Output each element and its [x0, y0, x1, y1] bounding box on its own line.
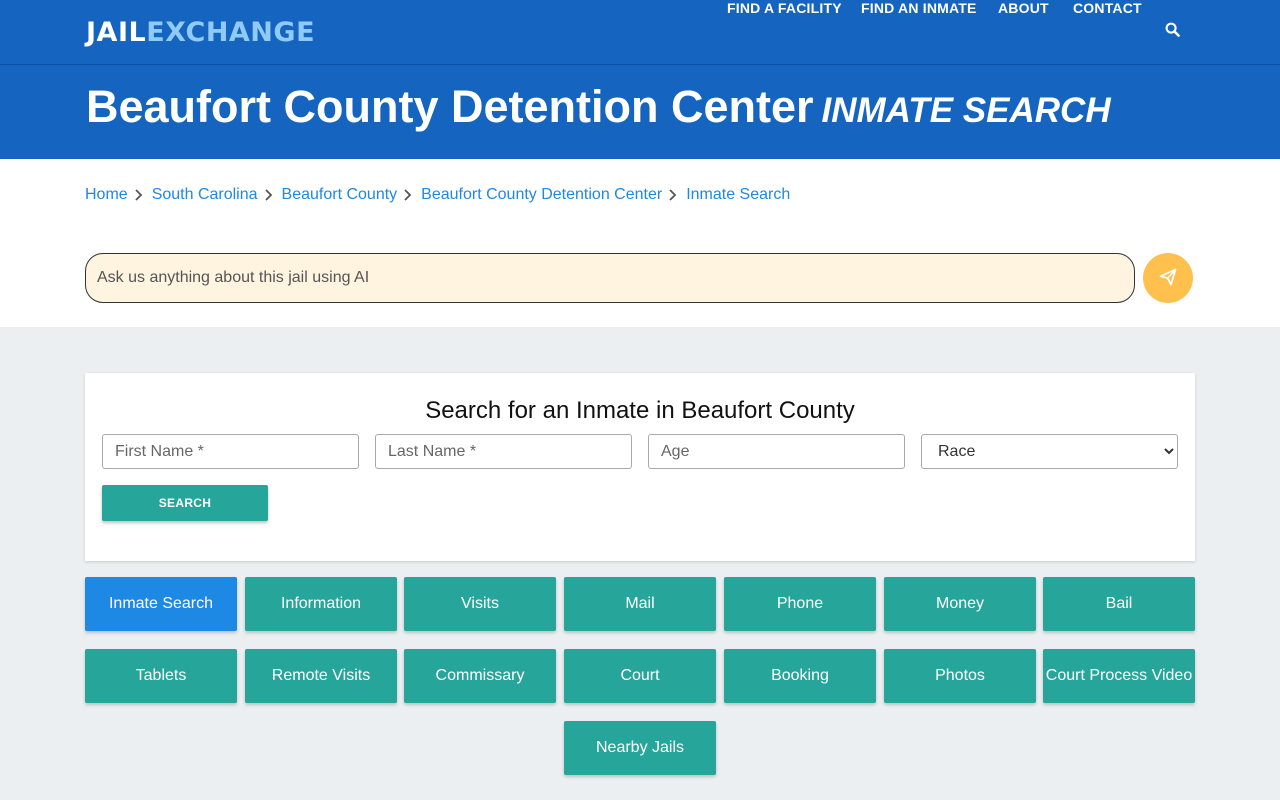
search-card-title: Search for an Inmate in Beaufort County [425, 397, 855, 424]
tile-visits[interactable]: Visits [404, 577, 556, 631]
breadcrumb-state[interactable]: South Carolina [152, 186, 258, 204]
chevron-right-icon [128, 187, 152, 203]
tile-booking[interactable]: Booking [724, 649, 876, 703]
search-icon[interactable] [1165, 22, 1181, 38]
search-button[interactable]: SEARCH [102, 485, 268, 521]
nav-about[interactable]: ABOUT [998, 0, 1049, 16]
breadcrumb-county[interactable]: Beaufort County [282, 186, 398, 204]
tile-photos[interactable]: Photos [884, 649, 1036, 703]
race-select[interactable]: Race [921, 434, 1178, 469]
tile-commissary[interactable]: Commissary [404, 649, 556, 703]
nav-find-facility[interactable]: FIND A FACILITY [727, 0, 842, 16]
paper-plane-icon [1159, 268, 1177, 289]
nav-contact[interactable]: CONTACT [1073, 0, 1142, 16]
page-title: Beaufort County Detention Center INMATE S… [86, 81, 1111, 133]
title-banner: Beaufort County Detention Center INMATE S… [0, 64, 1280, 159]
breadcrumb: Home South Carolina Beaufort County Beau… [85, 186, 790, 204]
tile-remote-visits[interactable]: Remote Visits [245, 649, 397, 703]
chevron-right-icon [258, 187, 282, 203]
last-name-input[interactable] [375, 434, 632, 469]
tile-phone[interactable]: Phone [724, 577, 876, 631]
site-logo[interactable]: JAILEXCHANGE [86, 17, 315, 48]
top-navbar: JAILEXCHANGE FIND A FACILITY FIND AN INM… [0, 0, 1280, 64]
tile-information[interactable]: Information [245, 577, 397, 631]
chevron-right-icon [662, 187, 686, 203]
logo-text-exchange: EXCHANGE [146, 17, 316, 48]
breadcrumb-section: Home South Carolina Beaufort County Beau… [0, 159, 1280, 327]
tile-nearby-jails[interactable]: Nearby Jails [564, 721, 716, 775]
tile-bail[interactable]: Bail [1043, 577, 1195, 631]
breadcrumb-home[interactable]: Home [85, 186, 128, 204]
tile-tablets[interactable]: Tablets [85, 649, 237, 703]
nav-find-inmate[interactable]: FIND AN INMATE [861, 0, 977, 16]
tile-money[interactable]: Money [884, 577, 1036, 631]
tile-mail[interactable]: Mail [564, 577, 716, 631]
tile-inmate-search[interactable]: Inmate Search [85, 577, 237, 631]
page-title-sub: INMATE SEARCH [821, 91, 1111, 130]
age-input[interactable] [648, 434, 905, 469]
inmate-search-card: Search for an Inmate in Beaufort County … [85, 373, 1195, 561]
ai-send-button[interactable] [1143, 253, 1193, 303]
tile-court[interactable]: Court [564, 649, 716, 703]
first-name-input[interactable] [102, 434, 359, 469]
logo-text-jail: JAIL [86, 17, 147, 48]
breadcrumb-current[interactable]: Inmate Search [686, 186, 790, 204]
chevron-right-icon [397, 187, 421, 203]
breadcrumb-facility[interactable]: Beaufort County Detention Center [421, 186, 662, 204]
ai-question-input[interactable] [85, 253, 1135, 303]
page-title-main: Beaufort County Detention Center [86, 81, 814, 132]
tile-court-process-video[interactable]: Court Process Video [1043, 649, 1195, 703]
